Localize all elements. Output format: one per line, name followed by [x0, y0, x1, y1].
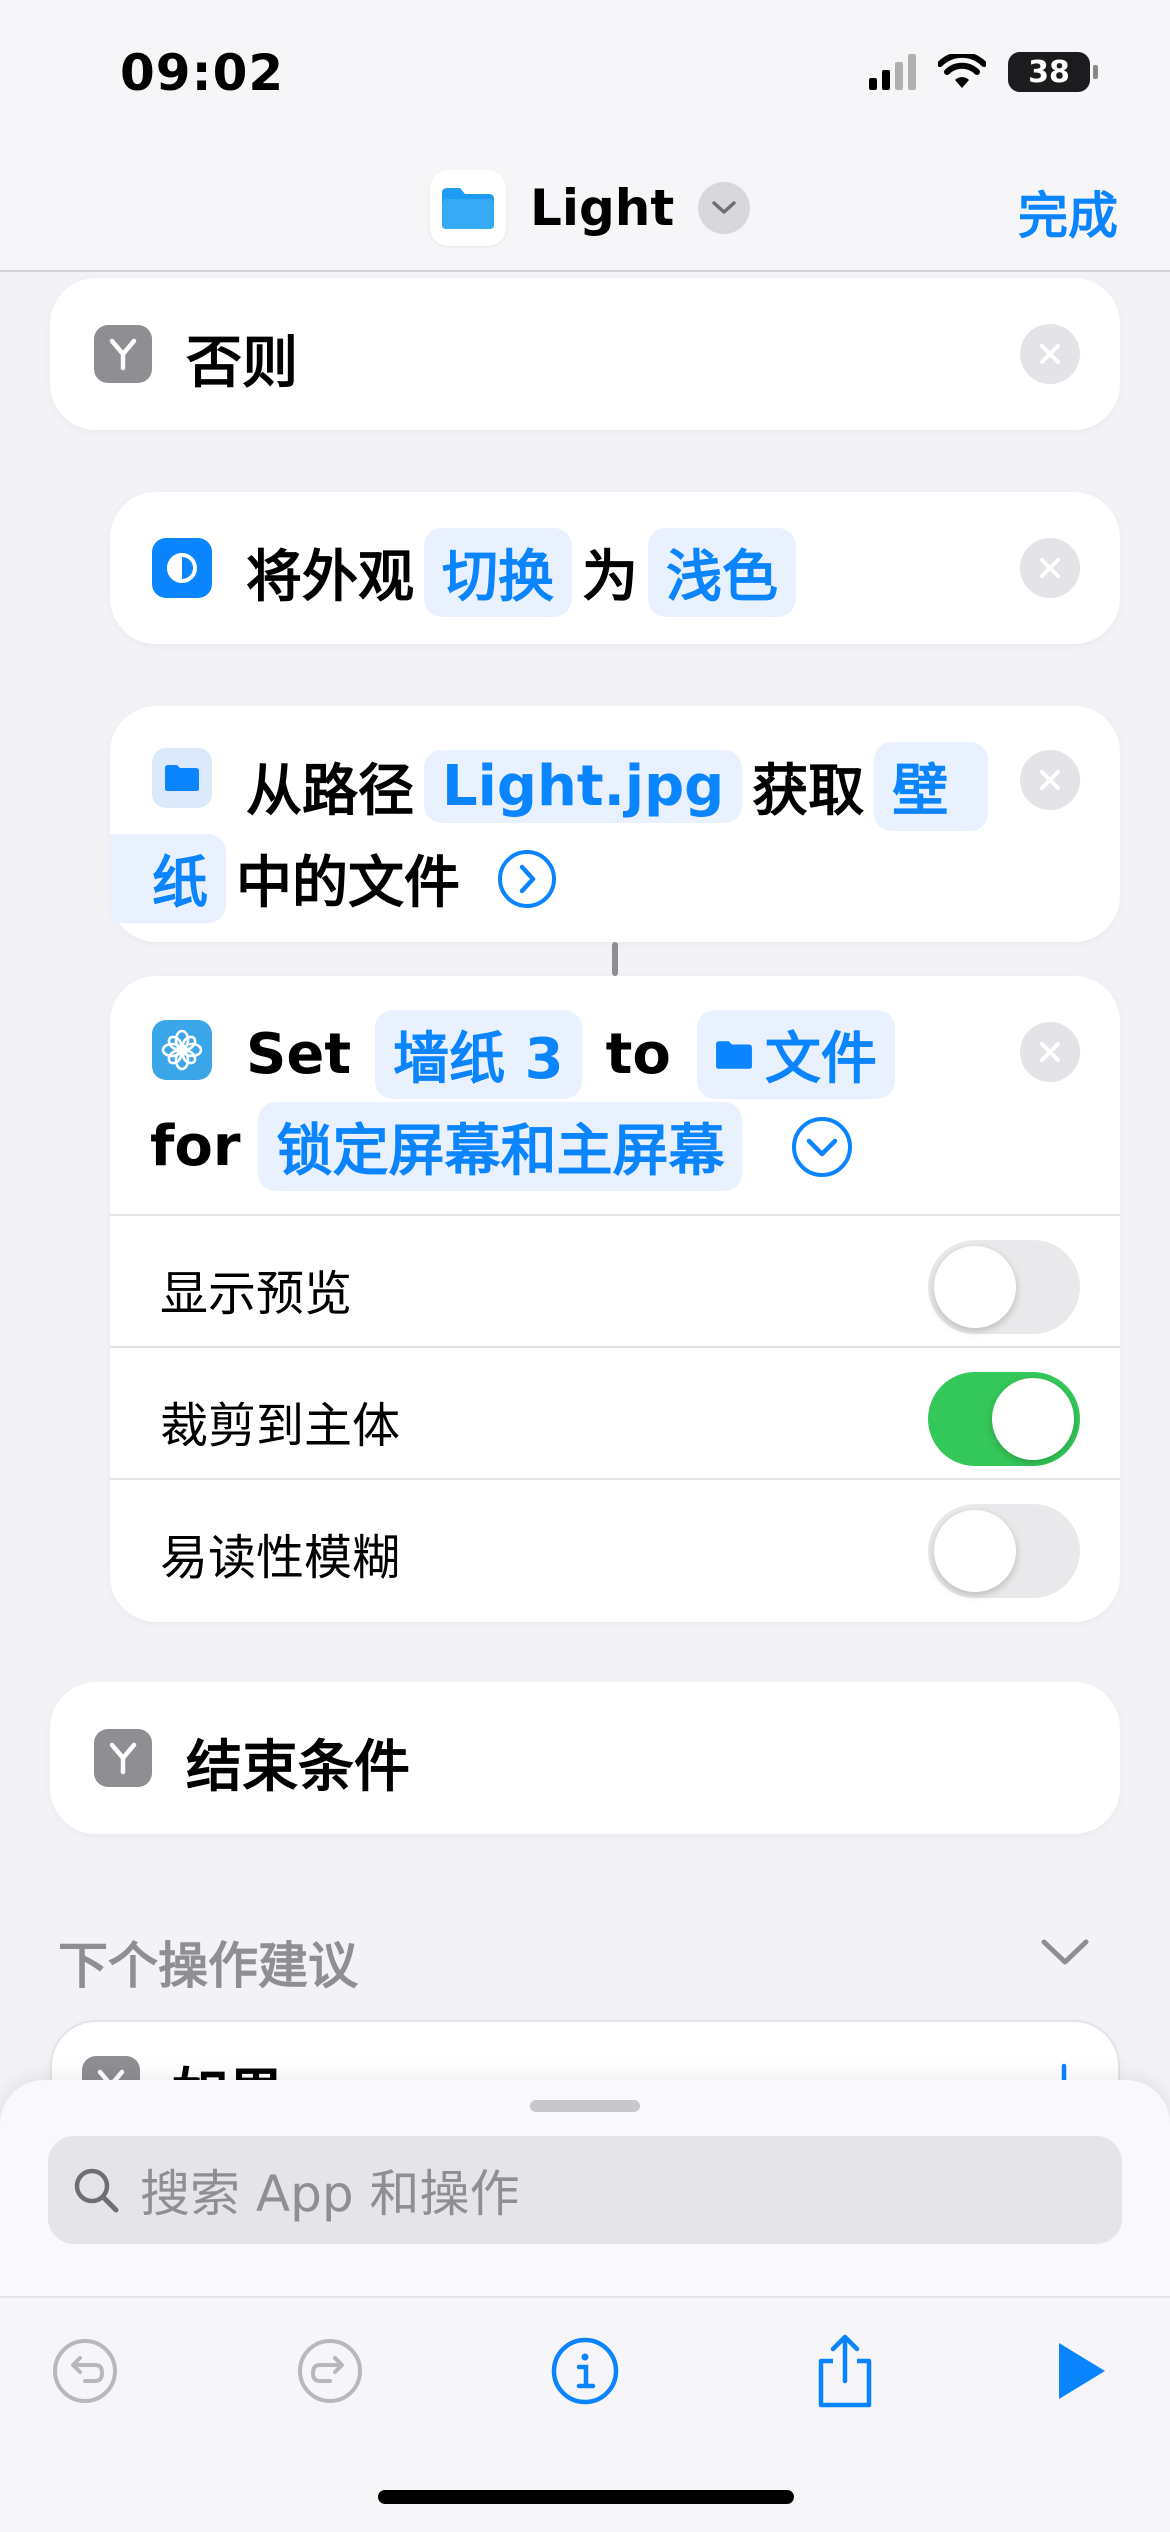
- battery-icon: 38: [1008, 52, 1098, 92]
- folder-icon: [152, 748, 212, 808]
- status-icons: 38: [869, 52, 1098, 92]
- option-crop-to-subject: 裁剪到主体: [110, 1346, 1120, 1478]
- folder-token-continued[interactable]: 纸: [110, 834, 226, 923]
- appearance-icon: [152, 538, 212, 598]
- set-wallpaper-action[interactable]: Set 墙纸 3 to 文件 for 锁定屏幕和主屏幕 显示预览 裁剪到主体 易…: [110, 976, 1120, 1622]
- run-button[interactable]: [1036, 2326, 1126, 2416]
- search-icon: [74, 2168, 119, 2213]
- sheet-grabber[interactable]: [530, 2100, 640, 2112]
- get-file-suffix: 中的文件: [236, 851, 460, 916]
- info-icon: [551, 2337, 619, 2405]
- get-file-line1: 从路径 Light.jpg 获取 壁: [246, 742, 989, 831]
- set-appearance-action[interactable]: 将外观 切换 为 浅色: [110, 492, 1120, 644]
- screen-target-token[interactable]: 锁定屏幕和主屏幕: [258, 1102, 743, 1191]
- chevron-down-icon[interactable]: [1040, 1936, 1090, 1972]
- status-time: 09:02: [120, 44, 285, 102]
- end-if-label: 结束条件: [186, 1735, 410, 1800]
- get-file-line2: 纸 中的文件: [110, 834, 558, 923]
- undo-button[interactable]: [40, 2326, 130, 2416]
- shortcut-title-menu[interactable]: Light: [430, 170, 751, 246]
- info-button[interactable]: [540, 2326, 630, 2416]
- wifi-icon: [938, 54, 986, 88]
- wallpaper-icon: [152, 1020, 212, 1080]
- crop-to-subject-toggle[interactable]: [928, 1372, 1080, 1466]
- file-variable-label: 文件: [764, 1027, 877, 1092]
- search-input[interactable]: 搜索 App 和操作: [48, 2136, 1122, 2244]
- appearance-prefix: 将外观: [246, 545, 414, 610]
- branch-icon: [94, 1729, 152, 1787]
- option-label: 显示预览: [160, 1266, 353, 1322]
- option-label: 裁剪到主体: [160, 1398, 401, 1454]
- legibility-blur-toggle[interactable]: [928, 1504, 1080, 1598]
- folder-token[interactable]: 壁: [874, 742, 989, 831]
- end-if-action[interactable]: 结束条件: [50, 1682, 1120, 1834]
- get-file-action[interactable]: 从路径 Light.jpg 获取 壁 纸 中的文件: [110, 706, 1120, 942]
- home-indicator: [378, 2490, 794, 2504]
- flow-connector: [612, 942, 618, 976]
- remove-action-button[interactable]: [1020, 1022, 1080, 1082]
- get-file-middle: 获取: [752, 759, 865, 824]
- folder-icon: [715, 1040, 752, 1069]
- shortcut-title: Light: [530, 179, 675, 237]
- play-icon: [1059, 2343, 1105, 2399]
- share-button[interactable]: [800, 2326, 890, 2416]
- to-keyword: to: [605, 1022, 671, 1087]
- folder-app-icon: [430, 170, 506, 246]
- option-label: 易读性模糊: [160, 1530, 401, 1586]
- wallpaper-token[interactable]: 墙纸 3: [375, 1010, 582, 1099]
- redo-icon: [298, 2339, 362, 2403]
- for-keyword: for: [150, 1114, 241, 1179]
- suggestions-header: 下个操作建议: [58, 1937, 358, 1995]
- cellular-signal-icon: [869, 54, 916, 90]
- done-button[interactable]: 完成: [1018, 176, 1118, 248]
- appearance-action-token[interactable]: 切换: [424, 528, 572, 617]
- set-wallpaper-line1: Set 墙纸 3 to 文件: [246, 1010, 895, 1099]
- chevron-down-icon: [698, 182, 751, 234]
- appearance-middle: 为: [582, 545, 638, 610]
- chevron-down-circle-icon[interactable]: [790, 1115, 854, 1179]
- otherwise-action[interactable]: 否则: [50, 278, 1120, 430]
- set-wallpaper-line2: for 锁定屏幕和主屏幕: [150, 1102, 854, 1191]
- option-legibility-blur: 易读性模糊: [110, 1478, 1120, 1610]
- remove-action-button[interactable]: [1020, 538, 1080, 598]
- appearance-sentence: 将外观 切换 为 浅色: [246, 528, 796, 617]
- set-keyword: Set: [246, 1022, 352, 1087]
- remove-action-button[interactable]: [1020, 324, 1080, 384]
- file-path-token[interactable]: Light.jpg: [424, 750, 743, 823]
- otherwise-label: 否则: [186, 331, 298, 396]
- remove-action-button[interactable]: [1020, 750, 1080, 810]
- appearance-value-token[interactable]: 浅色: [648, 528, 796, 617]
- undo-icon: [53, 2339, 117, 2403]
- file-variable-token[interactable]: 文件: [696, 1010, 895, 1099]
- redo-button[interactable]: [285, 2326, 375, 2416]
- expand-icon[interactable]: [496, 848, 558, 910]
- search-placeholder: 搜索 App 和操作: [140, 2165, 520, 2223]
- show-preview-toggle[interactable]: [928, 1240, 1080, 1334]
- branch-icon: [94, 325, 152, 383]
- get-file-prefix: 从路径: [246, 759, 414, 824]
- share-icon: [818, 2334, 872, 2408]
- option-show-preview: 显示预览: [110, 1214, 1120, 1346]
